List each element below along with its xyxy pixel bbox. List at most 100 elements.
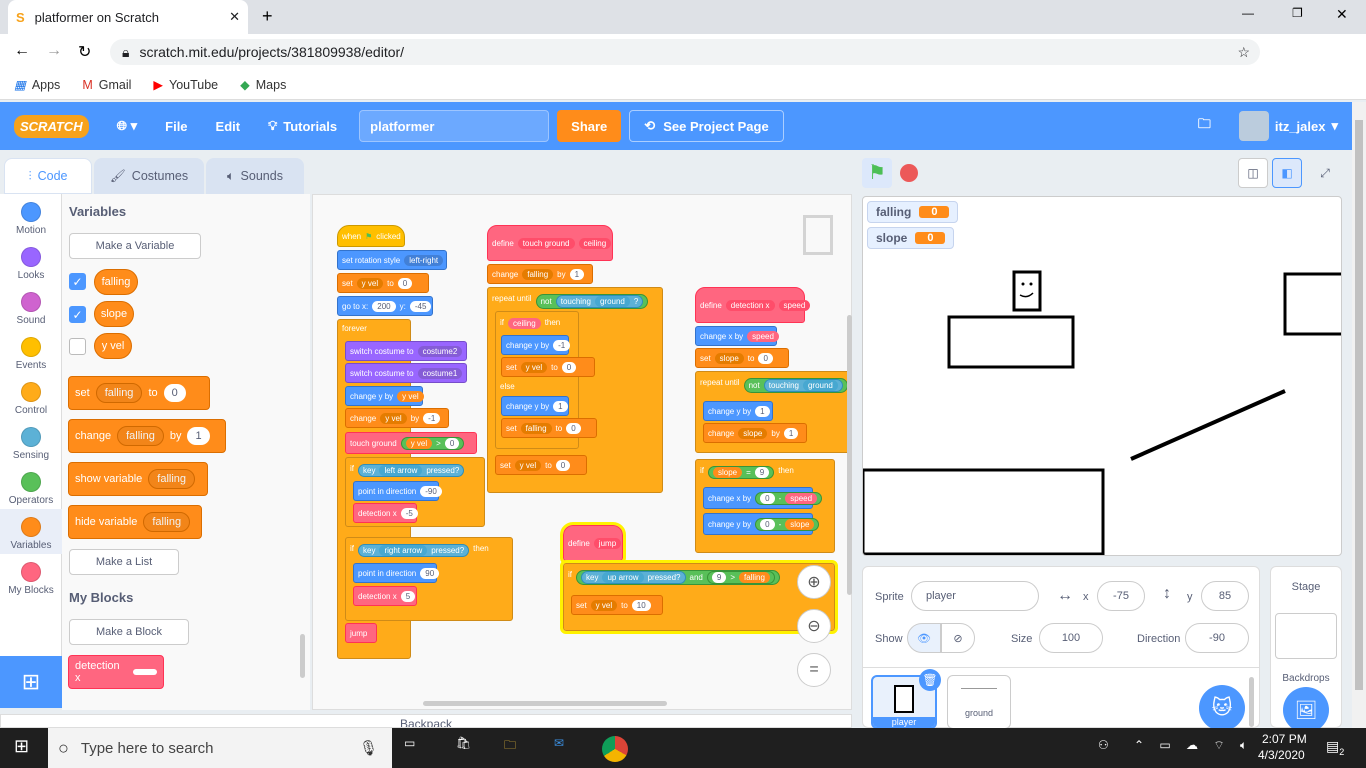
- extension-button[interactable]: ⊞: [0, 656, 62, 708]
- tab-sounds[interactable]: 🔈︎ Sounds: [206, 158, 304, 194]
- star-icon[interactable]: ☆: [1237, 44, 1250, 61]
- close-window-icon[interactable]: ✕: [1336, 6, 1348, 23]
- change-falling-block[interactable]: change falling by 1: [487, 264, 593, 284]
- detection-x-minus5-block[interactable]: detection x -5: [353, 503, 418, 523]
- delete-sprite-icon[interactable]: 🗑︎: [919, 669, 941, 691]
- detection-x-block[interactable]: detection x: [68, 655, 164, 689]
- clock-date[interactable]: 4/3/2020: [1258, 748, 1305, 762]
- detection-x-5-block[interactable]: detection x5: [353, 586, 417, 606]
- omnibox[interactable]: 🔒︎ scratch.mit.edu/projects/381809938/ed…: [110, 39, 1260, 65]
- category-operators[interactable]: Operators: [0, 464, 62, 506]
- falling-reporter[interactable]: falling: [94, 269, 138, 295]
- set-slope-0-block[interactable]: set slope to 0: [695, 348, 789, 368]
- vertical-scrollbar[interactable]: [847, 315, 852, 595]
- switch-costume1-block[interactable]: switch costume to costume1: [345, 363, 467, 383]
- project-title-input[interactable]: [359, 110, 550, 142]
- change-variable-block[interactable]: change falling by 1: [68, 419, 226, 453]
- taskbar-search-box[interactable]: ○ Type here to search 🎙︎: [48, 728, 392, 768]
- set-variable-block[interactable]: set falling to 0: [68, 376, 210, 410]
- fullscreen-button[interactable]: ⤢: [1310, 158, 1340, 188]
- my-stuff-folder-icon[interactable]: 🗀: [1184, 102, 1225, 150]
- back-icon[interactable]: ←: [14, 42, 30, 60]
- category-looks[interactable]: Looks: [0, 239, 62, 281]
- chrome-icon[interactable]: [602, 736, 628, 762]
- browser-tab[interactable]: S platformer on Scratch ✕: [8, 0, 248, 34]
- maximize-icon[interactable]: ❐: [1292, 6, 1303, 20]
- sprite-list-scrollbar[interactable]: [1249, 677, 1254, 727]
- zoom-out-button[interactable]: ⊖: [797, 609, 831, 643]
- jump-call-block[interactable]: jump: [345, 623, 377, 643]
- add-sprite-button[interactable]: 🐱︎: [1199, 685, 1245, 731]
- set-y-vel-0-block[interactable]: set y vel to 0: [501, 357, 595, 377]
- category-variables[interactable]: Variables: [0, 509, 62, 554]
- change-y-by-neg-slope-block[interactable]: change y by 0- slope: [703, 513, 820, 535]
- when-flag-clicked-block[interactable]: when ⚑ clicked: [337, 225, 405, 247]
- normal-stage-button[interactable]: ◧: [1272, 158, 1302, 188]
- language-globe-icon[interactable]: 🌐︎ ▾: [103, 102, 152, 150]
- category-sound[interactable]: Sound: [0, 284, 62, 326]
- clock-time[interactable]: 2:07 PM: [1262, 732, 1307, 746]
- category-sensing[interactable]: Sensing: [0, 419, 62, 461]
- make-list-button[interactable]: Make a List: [69, 549, 179, 575]
- touch-ground-call-block[interactable]: touch ground y vel >0: [345, 432, 477, 454]
- minimize-icon[interactable]: —: [1242, 6, 1254, 20]
- change-y-by-1-block[interactable]: change y by 1: [501, 396, 569, 416]
- edit-menu[interactable]: Edit: [202, 102, 255, 150]
- sprite-name-input[interactable]: player: [911, 581, 1039, 611]
- define-touch-ground-block[interactable]: define touch ground ceiling: [487, 225, 613, 261]
- microphone-icon[interactable]: 🎙︎: [359, 739, 378, 757]
- set-rotation-style-block[interactable]: set rotation style left-right: [337, 250, 447, 270]
- hide-invisible-button[interactable]: ⊘: [941, 623, 975, 653]
- change-y-by-minus1-block[interactable]: change y by -1: [501, 335, 571, 355]
- green-flag-button[interactable]: ⚑: [862, 158, 892, 188]
- close-tab-icon[interactable]: ✕: [229, 9, 240, 25]
- switch-costume2-block[interactable]: switch costume to costume2: [345, 341, 467, 361]
- set-y-vel-block[interactable]: set y vel to 0: [337, 273, 429, 293]
- scratch-logo[interactable]: SCRATCH: [0, 102, 103, 150]
- slope-reporter[interactable]: slope: [94, 301, 134, 327]
- make-block-button[interactable]: Make a Block: [69, 619, 189, 645]
- people-icon[interactable]: ⚇: [1098, 738, 1109, 752]
- tab-costumes[interactable]: 🖌︎ Costumes: [94, 158, 204, 194]
- page-scrollbar[interactable]: [1352, 102, 1366, 728]
- change-y-vel-block[interactable]: change y vel by -1: [345, 408, 449, 428]
- category-motion[interactable]: Motion: [0, 194, 62, 236]
- category-my-blocks[interactable]: My Blocks: [0, 554, 62, 596]
- define-detection-x-block[interactable]: define detection x speed: [695, 287, 811, 323]
- x-input[interactable]: -75: [1097, 581, 1145, 611]
- change-x-by-neg-speed-block[interactable]: change x by 0- speed: [703, 487, 823, 509]
- zoom-reset-button[interactable]: =: [797, 653, 831, 687]
- new-tab-icon[interactable]: +: [262, 6, 273, 27]
- size-input[interactable]: 100: [1039, 623, 1103, 653]
- change-slope-block[interactable]: change slope by 1: [703, 423, 807, 443]
- mail-icon[interactable]: ✉: [554, 736, 578, 760]
- share-button[interactable]: Share: [557, 110, 622, 142]
- show-visible-button[interactable]: 👁︎: [907, 623, 941, 653]
- change-y-by-block[interactable]: change y by y vel: [345, 386, 424, 406]
- store-icon[interactable]: 🛍︎: [456, 736, 480, 760]
- windows-start-icon[interactable]: ⊞: [14, 736, 38, 760]
- direction-input[interactable]: -90: [1185, 623, 1249, 653]
- y-vel-checkbox[interactable]: [69, 338, 86, 355]
- tutorials-menu[interactable]: 💡︎ Tutorials: [254, 102, 351, 150]
- file-menu[interactable]: File: [151, 102, 201, 150]
- backpack-header[interactable]: Backpack: [0, 714, 852, 728]
- y-vel-reporter[interactable]: y vel: [94, 333, 132, 359]
- account-menu[interactable]: itz_jalex ▾: [1225, 102, 1352, 150]
- script-area[interactable]: when ⚑ clicked set rotation style left-righ…: [312, 194, 852, 710]
- horizontal-scrollbar[interactable]: [423, 701, 667, 706]
- make-variable-button[interactable]: Make a Variable: [69, 233, 201, 259]
- reload-icon[interactable]: ↻: [78, 42, 91, 62]
- point-in-direction-minus90-block[interactable]: point in direction -90: [353, 481, 442, 501]
- define-jump-block[interactable]: define jump: [560, 522, 626, 564]
- y-input[interactable]: 85: [1201, 581, 1249, 611]
- hide-variable-block[interactable]: hide variable falling: [68, 505, 202, 539]
- set-y-vel-0-after-block[interactable]: set y vel to 0: [495, 455, 587, 475]
- change-x-by-speed-block[interactable]: change x by speed: [695, 326, 779, 346]
- set-falling-0-block[interactable]: set falling to 0: [501, 418, 597, 438]
- category-control[interactable]: Control: [0, 374, 62, 416]
- add-backdrop-button[interactable]: 🖼︎: [1283, 687, 1329, 733]
- bookmark-maps[interactable]: ◆ Maps: [240, 77, 286, 93]
- small-stage-button[interactable]: ◫: [1238, 158, 1268, 188]
- notifications-icon[interactable]: ▤2: [1326, 738, 1344, 757]
